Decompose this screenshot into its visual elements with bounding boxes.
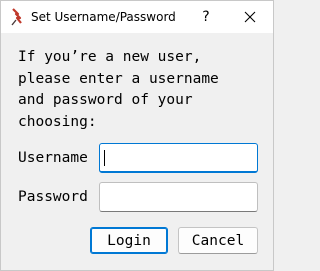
login-button-label: Login xyxy=(107,232,151,249)
dialog-window: Set Username/Password ? If you’re a new … xyxy=(0,0,274,271)
feather-icon xyxy=(11,8,22,26)
username-input[interactable] xyxy=(99,143,258,173)
help-button[interactable]: ? xyxy=(191,1,221,33)
instruction-message: If you’re a new user, please enter a use… xyxy=(18,49,219,130)
cancel-button[interactable]: Cancel xyxy=(178,227,258,254)
window-title: Set Username/Password xyxy=(31,10,176,24)
username-label: Username xyxy=(18,150,88,166)
text-caret xyxy=(104,150,105,166)
login-button[interactable]: Login xyxy=(90,227,168,254)
password-label: Password xyxy=(18,189,88,205)
title-bar[interactable]: Set Username/Password ? xyxy=(1,1,273,33)
password-input[interactable] xyxy=(99,182,258,212)
close-button[interactable] xyxy=(227,1,273,33)
close-icon xyxy=(244,11,256,23)
cancel-button-label: Cancel xyxy=(191,232,245,249)
help-icon: ? xyxy=(202,9,210,25)
